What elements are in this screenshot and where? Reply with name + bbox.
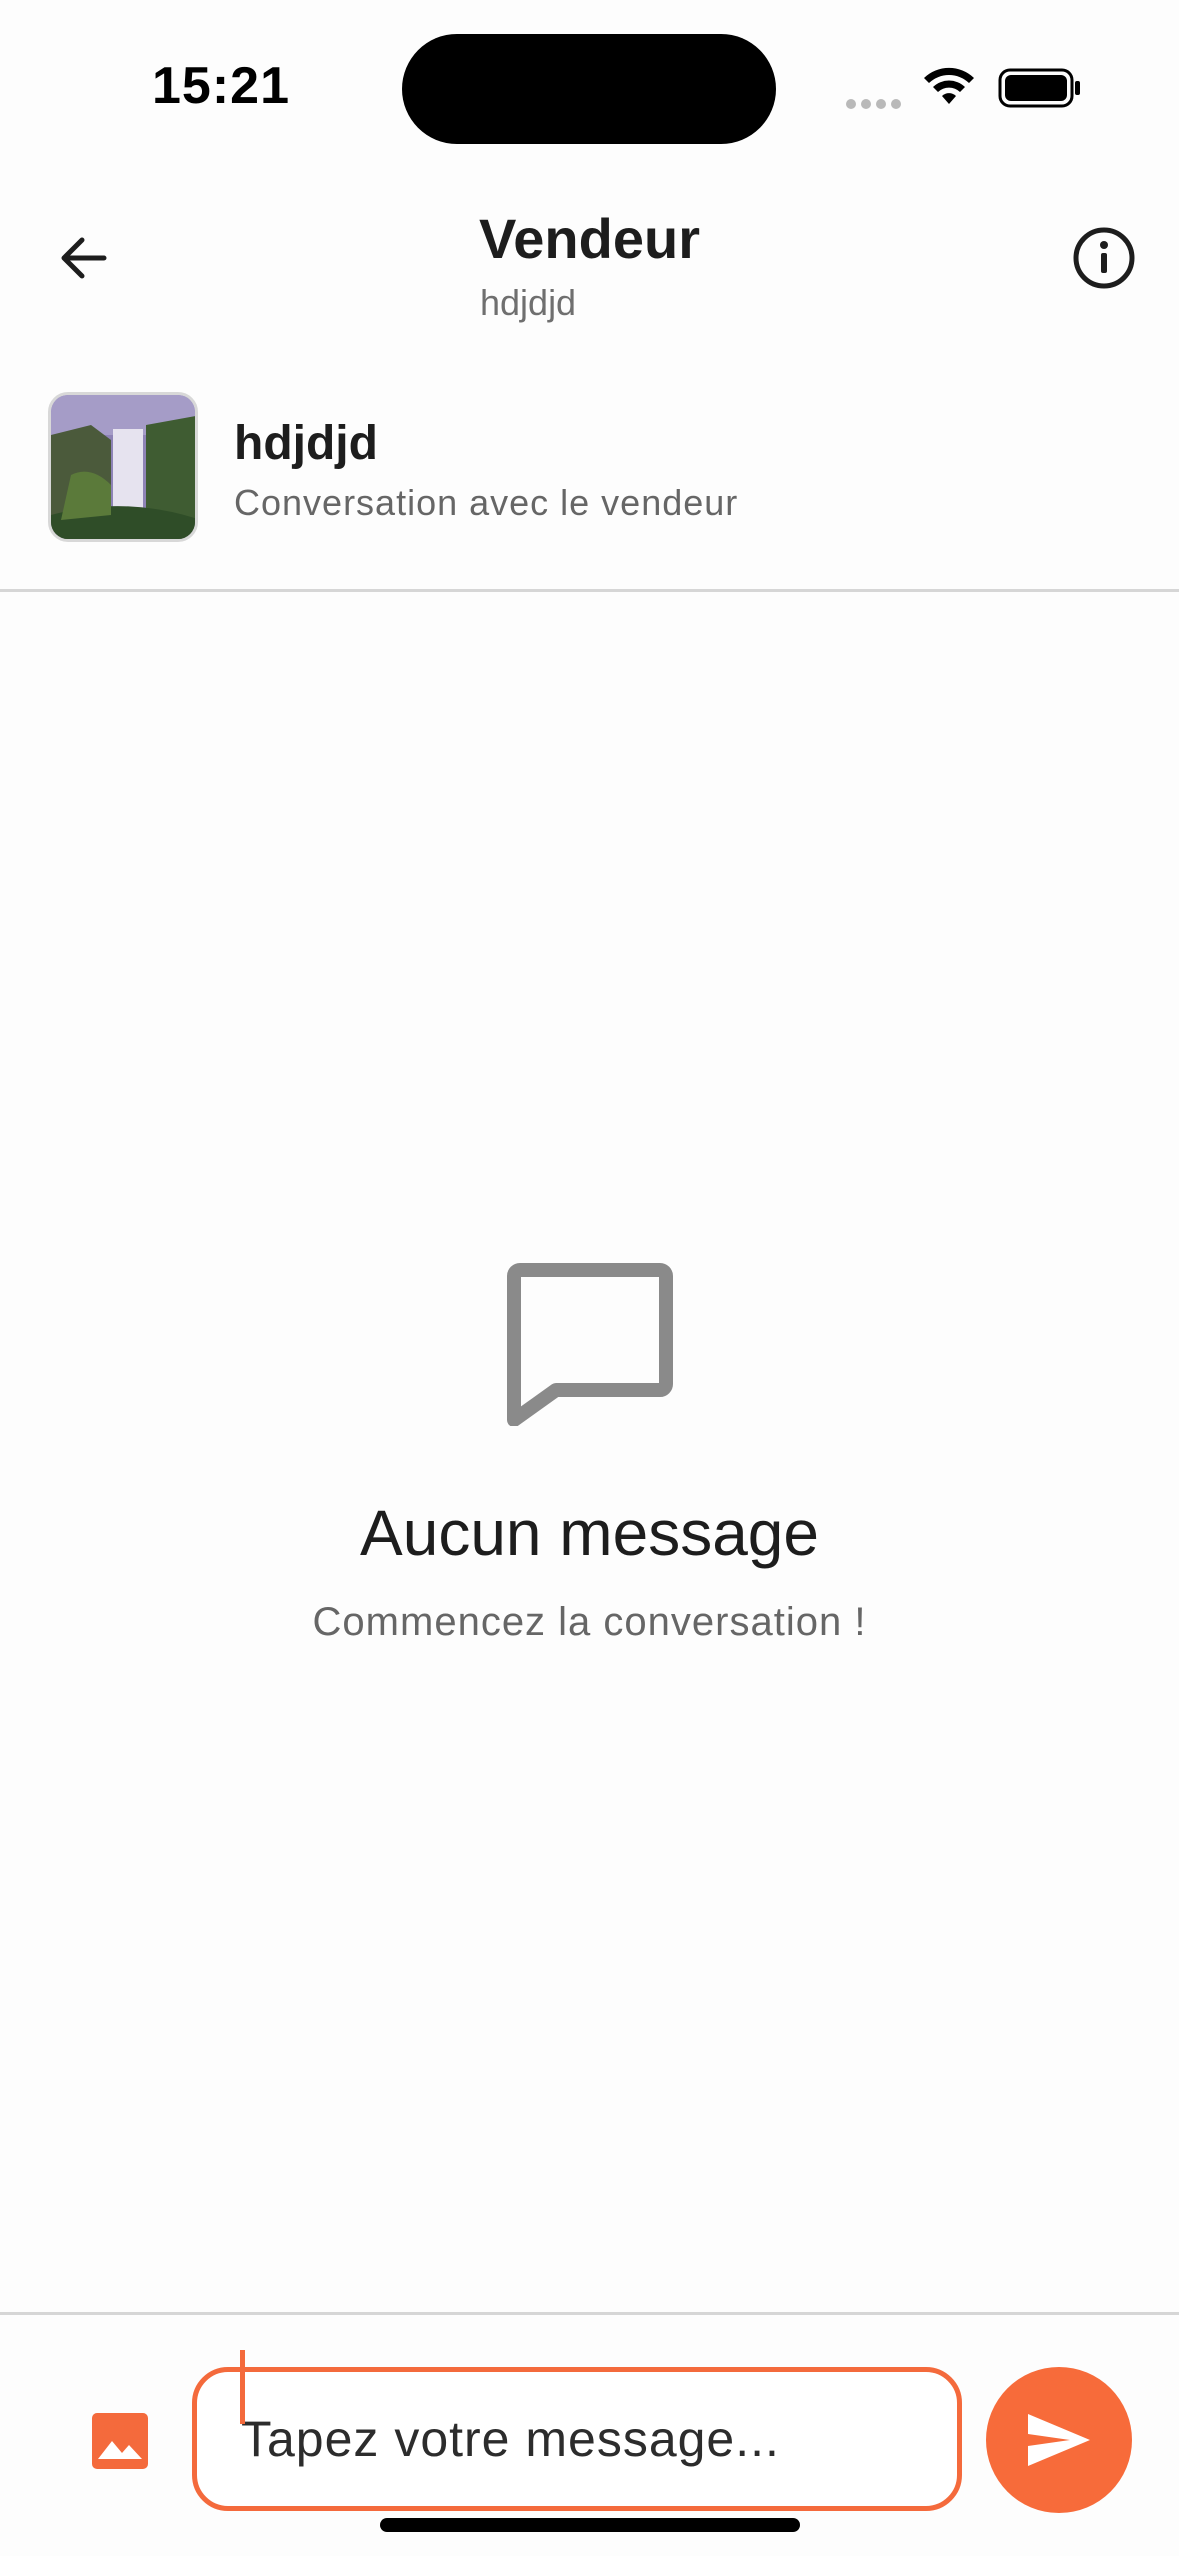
seller-name: hdjdjd — [234, 417, 378, 470]
empty-state-subtitle: Commencez la conversation ! — [312, 1600, 867, 1644]
attach-image-button[interactable] — [84, 2405, 156, 2477]
send-button[interactable] — [986, 2367, 1132, 2513]
chat-bubble-icon — [506, 1263, 673, 1426]
text-cursor — [240, 2350, 245, 2424]
battery-icon — [998, 68, 1080, 108]
status-time: 15:21 — [152, 57, 290, 115]
empty-state-title: Aucun message — [360, 1497, 819, 1569]
dynamic-island — [402, 34, 776, 144]
page-subtitle: hdjdjd — [480, 282, 577, 323]
seller-card[interactable]: hdjdjd Conversation avec le vendeur — [0, 370, 1179, 592]
product-thumbnail — [48, 392, 198, 542]
seller-description: Conversation avec le vendeur — [234, 482, 739, 523]
image-icon — [92, 2413, 148, 2469]
info-icon — [1073, 227, 1135, 289]
empty-state: Aucun message Commencez la conversation … — [0, 1260, 1179, 1645]
cellular-signal-icon — [846, 96, 906, 109]
page-title: Vendeur — [479, 207, 700, 270]
wifi-icon — [924, 67, 974, 104]
top-app-bar: Vendeur hdjdjd — [0, 170, 1179, 350]
home-indicator[interactable] — [380, 2518, 800, 2532]
send-icon — [1028, 2414, 1090, 2466]
message-input[interactable] — [192, 2367, 962, 2511]
status-bar: 15:21 — [0, 0, 1179, 170]
info-button[interactable] — [1064, 218, 1144, 298]
